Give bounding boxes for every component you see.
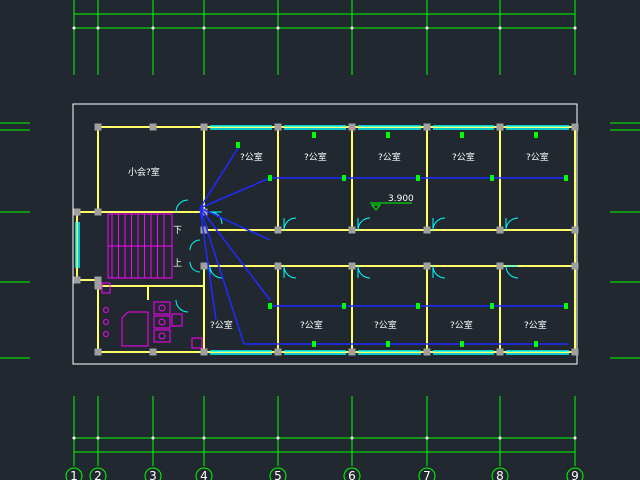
room-label-meeting: 小会?室 bbox=[128, 166, 160, 178]
column bbox=[200, 123, 208, 131]
axis-bubble-4: 4 bbox=[195, 467, 213, 480]
column bbox=[348, 262, 356, 270]
column bbox=[73, 276, 81, 284]
axis-number-bubbles: 1 2 3 4 5 6 7 8 9 bbox=[65, 467, 584, 480]
top-axis-dot bbox=[276, 26, 280, 30]
staircase bbox=[107, 213, 173, 279]
top-axis-dot bbox=[350, 26, 354, 30]
door-swings bbox=[175, 199, 519, 313]
room-label-office-top-5: ?公室 bbox=[526, 151, 549, 163]
column bbox=[274, 123, 282, 131]
axis-number: 7 bbox=[423, 469, 431, 480]
top-axis-dot bbox=[72, 26, 76, 30]
column bbox=[149, 123, 157, 131]
axis-bubble-7: 7 bbox=[418, 467, 436, 480]
room-label-office-top-4: ?公室 bbox=[452, 151, 475, 163]
room-label-office-bottom-left: ?公室 bbox=[210, 319, 233, 331]
bottom-axis-dot bbox=[276, 436, 280, 440]
column bbox=[94, 348, 102, 356]
column bbox=[423, 262, 431, 270]
column bbox=[496, 123, 504, 131]
axis-bubble-5: 5 bbox=[269, 467, 287, 480]
radiators bbox=[236, 132, 568, 347]
column bbox=[94, 282, 102, 290]
column bbox=[571, 123, 579, 131]
stair-label-down: 下 bbox=[173, 226, 182, 236]
top-axis-dot bbox=[202, 26, 206, 30]
stair-label-up: 上 bbox=[173, 258, 182, 269]
axis-bubble-6: 6 bbox=[343, 467, 361, 480]
column bbox=[94, 123, 102, 131]
elevation-label: 3.900 bbox=[388, 194, 414, 204]
room-label-office-bottom-1: ?公室 bbox=[300, 319, 323, 331]
top-axis-grid bbox=[72, 0, 577, 75]
axis-bubble-2: 2 bbox=[89, 467, 107, 480]
column bbox=[348, 348, 356, 356]
column bbox=[571, 262, 579, 270]
bottom-axis-grid bbox=[72, 396, 577, 466]
bottom-axis-dot bbox=[573, 436, 577, 440]
column bbox=[94, 276, 102, 284]
toilet-fixtures bbox=[101, 282, 203, 349]
column bbox=[274, 348, 282, 356]
top-axis-dot bbox=[96, 26, 100, 30]
column bbox=[423, 226, 431, 234]
bottom-axis-dot bbox=[498, 436, 502, 440]
column bbox=[94, 208, 102, 216]
column bbox=[149, 348, 157, 356]
bottom-axis-dot bbox=[425, 436, 429, 440]
room-label-office-bottom-4: ?公室 bbox=[524, 319, 547, 331]
column bbox=[571, 226, 579, 234]
bottom-axis-dot bbox=[72, 436, 76, 440]
column bbox=[200, 262, 208, 270]
column bbox=[496, 226, 504, 234]
axis-bubble-3: 3 bbox=[144, 467, 162, 480]
heating-pipes bbox=[199, 144, 568, 345]
column bbox=[274, 262, 282, 270]
axis-number: 3 bbox=[149, 469, 157, 480]
axis-number: 5 bbox=[274, 469, 282, 480]
axis-number: 6 bbox=[348, 469, 356, 480]
column bbox=[73, 208, 81, 216]
room-label-office-bottom-3: ?公室 bbox=[450, 319, 473, 331]
elevation-marker: 3.900 bbox=[370, 194, 414, 211]
top-axis-dot bbox=[498, 26, 502, 30]
column bbox=[274, 226, 282, 234]
room-label-office-top-1: ?公室 bbox=[240, 151, 263, 163]
column bbox=[423, 348, 431, 356]
axis-bubble-9: 9 bbox=[566, 467, 584, 480]
column bbox=[348, 226, 356, 234]
column bbox=[496, 348, 504, 356]
axis-bubble-1: 1 bbox=[65, 467, 83, 480]
axis-number: 4 bbox=[200, 469, 208, 480]
top-axis-dot bbox=[425, 26, 429, 30]
column bbox=[571, 348, 579, 356]
building-outline bbox=[72, 103, 578, 365]
axis-bubble-8: 8 bbox=[491, 467, 509, 480]
column bbox=[496, 262, 504, 270]
axis-number: 8 bbox=[496, 469, 504, 480]
room-label-office-bottom-2: ?公室 bbox=[374, 319, 397, 331]
cad-drawing-canvas[interactable]: 3.900 小会?室 ?公室 ?公室 ?公室 ?公室 ?公室 ?公室 ?公室 ?… bbox=[0, 0, 640, 480]
bottom-axis-dot bbox=[202, 436, 206, 440]
top-axis-dot bbox=[573, 26, 577, 30]
top-axis-dot bbox=[151, 26, 155, 30]
column bbox=[423, 123, 431, 131]
bottom-axis-dot bbox=[350, 436, 354, 440]
axis-number: 2 bbox=[94, 469, 102, 480]
bottom-axis-dot bbox=[96, 436, 100, 440]
axis-number: 9 bbox=[571, 469, 579, 480]
column bbox=[348, 123, 356, 131]
column bbox=[200, 348, 208, 356]
room-label-office-top-2: ?公室 bbox=[304, 151, 327, 163]
room-label-office-top-3: ?公室 bbox=[378, 151, 401, 163]
axis-number: 1 bbox=[70, 469, 78, 480]
bottom-axis-dot bbox=[151, 436, 155, 440]
